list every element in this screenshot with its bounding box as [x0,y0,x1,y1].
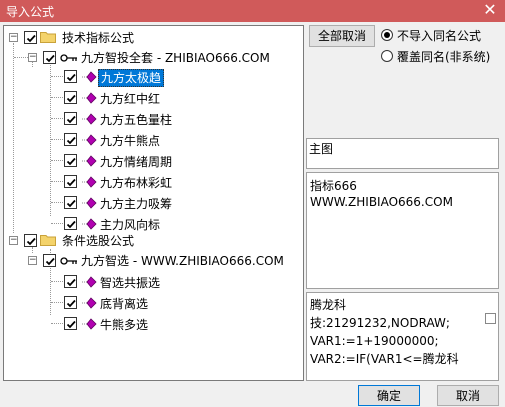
tree-node-label: 九方智选 - WWW.ZHIBIAO666.COM [81,254,284,268]
tree-leaf[interactable]: 底背离选 [4,292,304,314]
tree-node-label: 条件选股公式 [62,234,135,248]
tree-line [51,181,63,182]
checkbox[interactable] [64,217,77,230]
checkbox[interactable] [64,154,77,167]
tree-leaf-label: 九方主力吸筹 [100,197,173,211]
checkbox[interactable] [64,275,77,288]
collapse-icon[interactable]: − [28,53,37,62]
deselect-all-button[interactable]: 全部取消 [309,25,375,47]
description-line: WWW.ZHIBIAO666.COM [310,195,453,209]
formula-gem-icon [82,276,97,288]
code-line: 技:21291232,NODRAW; [310,316,450,330]
checkbox[interactable] [24,31,37,44]
checkbox[interactable] [64,133,77,146]
tree-leaf[interactable]: 九方太极趋 [4,66,304,88]
tree-leaf-label: 九方布林彩虹 [100,176,173,190]
chart-type-label: 主图 [309,142,334,156]
formula-tree[interactable]: − 技术指标公式 − 九方智投全套 - ZHIBIAO666.COM 九方太极趋… [3,25,304,381]
code-line: 腾龙科 [310,298,347,312]
close-icon[interactable]: ✕ [481,1,499,19]
description-box[interactable]: 指标666 WWW.ZHIBIAO666.COM [306,172,499,289]
collapse-icon[interactable]: − [28,256,37,265]
tree-leaf-label: 九方红中红 [100,92,161,106]
tree-node-label: 技术指标公式 [62,31,135,45]
scroll-box-icon[interactable] [485,313,496,324]
tree-line [51,302,63,303]
checkbox[interactable] [64,112,77,125]
ok-button[interactable]: 确定 [358,385,420,406]
code-line: VAR2:=IF(VAR1<=腾龙科 [310,352,459,366]
tree-line [51,76,63,77]
tree-leaf-label: 九方五色量柱 [100,113,173,127]
import-formula-dialog: 导入公式 ✕ − 技术指标公式 − 九方智投全套 - ZHIBIAO666.CO… [0,0,505,407]
checkbox[interactable] [64,70,77,83]
key-icon [60,257,77,265]
cancel-button[interactable]: 取消 [437,385,499,406]
checkbox[interactable] [43,51,56,64]
folder-icon [40,235,56,246]
tree-leaf[interactable]: 九方五色量柱 [4,108,304,130]
tree-leaf[interactable]: 九方红中红 [4,87,304,109]
tree-line [14,57,28,58]
tree-node-jiufang-smart-select[interactable]: − 九方智选 - WWW.ZHIBIAO666.COM [4,250,304,272]
overwrite-same-label: 覆盖同名(非系统) [397,50,491,64]
checkbox[interactable] [64,196,77,209]
tree-leaf-label: 九方牛熊点 [100,134,161,148]
formula-gem-icon [82,113,97,125]
formula-gem-icon [82,197,97,209]
tree-line [51,202,63,203]
title-bar: 导入公式 ✕ [0,0,505,22]
tree-leaf[interactable]: 九方牛熊点 [4,129,304,151]
formula-gem-icon [82,155,97,167]
window-title: 导入公式 [6,5,55,19]
tree-line [51,97,63,98]
formula-gem-icon [82,176,97,188]
tree-line [51,139,63,140]
tree-leaf-label: 底背离选 [100,297,149,311]
formula-gem-icon [82,134,97,146]
tree-line [51,223,63,224]
checkbox[interactable] [64,296,77,309]
tree-leaf-label: 智选共振选 [100,276,161,290]
folder-icon [40,32,56,43]
tree-leaf[interactable]: 九方主力吸筹 [4,192,304,214]
formula-gem-icon [82,297,97,309]
description-line: 指标666 [310,179,357,193]
tree-leaf[interactable]: 牛熊多选 [4,313,304,335]
collapse-icon[interactable]: − [9,33,18,42]
tree-leaf[interactable]: 九方布林彩虹 [4,171,304,193]
tree-leaf-label: 九方情绪周期 [100,155,173,169]
code-line: VAR1:=1+19000000; [310,334,439,348]
formula-gem-icon [82,92,97,104]
formula-gem-icon [82,71,97,83]
no-import-same-label: 不导入同名公式 [397,29,482,43]
formula-gem-icon [82,218,97,230]
tree-leaf[interactable]: 九方情绪周期 [4,150,304,172]
collapse-icon[interactable]: − [9,236,18,245]
tree-line [51,160,63,161]
tree-leaf-label: 牛熊多选 [100,318,149,332]
tree-leaf[interactable]: 智选共振选 [4,271,304,293]
chart-type-box: 主图 [306,138,499,169]
checkbox[interactable] [64,317,77,330]
checkbox[interactable] [24,234,37,247]
formula-code-box[interactable]: 腾龙科 技:21291232,NODRAW; VAR1:=1+19000000;… [306,292,499,381]
tree-line [51,323,63,324]
no-import-same-radio[interactable] [381,29,393,41]
checkbox[interactable] [64,91,77,104]
key-icon [60,54,77,62]
tree-line [51,118,63,119]
tree-node-label: 九方智投全套 - ZHIBIAO666.COM [81,51,270,65]
tree-line [51,281,63,282]
checkbox[interactable] [43,254,56,267]
overwrite-same-radio[interactable] [381,50,393,62]
checkbox[interactable] [64,175,77,188]
tree-leaf-label-selected: 九方太极趋 [98,69,165,87]
formula-gem-icon [82,318,97,330]
